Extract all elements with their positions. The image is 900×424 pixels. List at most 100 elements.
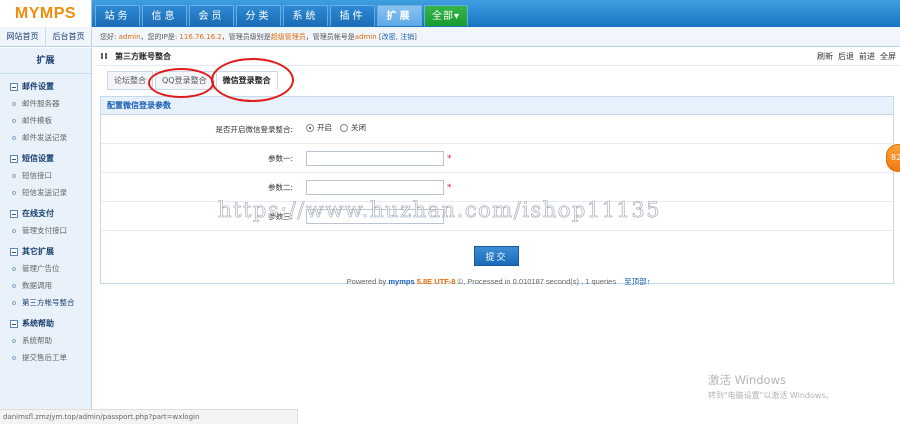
links-close: ]: [414, 33, 417, 41]
account-prefix: ，管理员帐号是: [305, 33, 355, 41]
param2-input[interactable]: [306, 180, 444, 195]
bullet-icon: [12, 266, 16, 271]
top-bar: MYMPS 站务 信息 会员 分类 系统 插件 扩展 全部▾: [0, 0, 900, 27]
sidebar-item-mail-log[interactable]: 邮件发送记录: [0, 129, 91, 146]
collapse-icon[interactable]: [10, 154, 18, 163]
main-nav: 站务 信息 会员 分类 系统 插件 扩展 全部▾: [95, 5, 470, 27]
sidebar-item-label: 系统帮助: [22, 336, 52, 345]
page-title: 第三方账号整合: [115, 52, 171, 61]
sidebar-item-label: 短信接口: [22, 171, 52, 180]
bullet-icon: [12, 283, 16, 288]
param2-control: *: [306, 180, 452, 195]
annotation-circle-wechat: [211, 58, 294, 102]
sidebar-item-label: 邮件服务器: [22, 99, 60, 108]
logo[interactable]: MYMPS: [0, 0, 92, 27]
admin-role: 超级管理员: [270, 33, 306, 41]
sidebar-item-sms-log[interactable]: 短信发送记录: [0, 184, 91, 201]
powered-version: 5.8E UTF-8: [414, 277, 456, 286]
param1-label: 参数一:: [267, 154, 293, 163]
activation-subtitle: 转到"电脑设置"以激活 Windows。: [708, 391, 834, 400]
sidebar: 扩展 邮件设置 邮件服务器 邮件模板 邮件发送记录 短信设置 短信接口 短信发送…: [0, 48, 92, 424]
sidebar-group-sms: 短信设置 短信接口 短信发送记录: [0, 150, 91, 201]
enable-on-label[interactable]: 开启: [317, 122, 332, 133]
sidebar-group-title: 短信设置: [22, 154, 54, 163]
sidebar-item-help[interactable]: 系统帮助: [0, 332, 91, 349]
submit-button[interactable]: 提交: [474, 246, 519, 266]
powered-prefix: Powered by: [346, 277, 389, 286]
sidebar-group-header[interactable]: 系统帮助: [0, 315, 91, 332]
title-actions: 刷新 后退 前进 全屏: [812, 48, 896, 66]
nav-item-plugins[interactable]: 插件: [330, 5, 375, 26]
welcome-prefix: 您好:: [100, 33, 119, 41]
main-content: 第三方账号整合 刷新 后退 前进 全屏 论坛整合 QQ登录整合 微信登录整合 配…: [97, 48, 900, 424]
username: admin: [118, 33, 141, 41]
back-button[interactable]: 后退: [838, 48, 854, 66]
page-title-bar: 第三方账号整合 刷新 后退 前进 全屏: [97, 48, 900, 66]
param1-control: *: [306, 151, 452, 166]
collapse-icon[interactable]: [10, 209, 18, 218]
enable-off-radio[interactable]: [340, 123, 348, 132]
sidebar-item-ticket[interactable]: 提交售后工单: [0, 349, 91, 366]
form-row-param1: 参数一: *: [101, 144, 893, 173]
sidebar-item-label: 管理支付接口: [22, 226, 67, 235]
collapse-icon[interactable]: [10, 82, 18, 91]
bullet-icon: [12, 135, 16, 140]
sidebar-item-data-call[interactable]: 数据调用: [0, 277, 91, 294]
sidebar-item-ads[interactable]: 管理广告位: [0, 260, 91, 277]
collapse-icon[interactable]: [10, 247, 18, 256]
sidebar-group-title: 邮件设置: [22, 82, 54, 91]
required-mark: *: [447, 182, 452, 193]
nav-item-extensions[interactable]: 扩展: [377, 5, 422, 26]
sidebar-group-header[interactable]: 其它扩展: [0, 243, 91, 260]
admin-home-link[interactable]: 后台首页: [46, 27, 91, 47]
nav-item-info[interactable]: 信息: [142, 5, 187, 26]
sidebar-group-header[interactable]: 邮件设置: [0, 78, 91, 95]
welcome-message: 您好: admin，您的IP是: 116.76.16.2，管理员级别是超级管理员…: [100, 27, 417, 47]
sidebar-item-label: 提交售后工单: [22, 353, 67, 362]
bullet-icon: [12, 101, 16, 106]
sidebar-group-header[interactable]: 在线支付: [0, 205, 91, 222]
sidebar-item-third-party[interactable]: 第三方帐号整合: [0, 294, 91, 311]
forward-button[interactable]: 前进: [859, 48, 875, 66]
site-home-link[interactable]: 网站首页: [0, 27, 46, 47]
logout-link[interactable]: 注销: [400, 33, 414, 41]
nav-item-categories[interactable]: 分类: [236, 5, 281, 26]
fullscreen-button[interactable]: 全屏: [880, 48, 896, 66]
windows-activation-notice: 激活 Windows 转到"电脑设置"以激活 Windows。: [708, 372, 834, 401]
sidebar-item-label: 短信发送记录: [22, 188, 67, 197]
powered-suffix: ©, Processed in 0.010187 second(s) , 1 q…: [455, 277, 617, 286]
sidebar-item-mail-template[interactable]: 邮件模板: [0, 112, 91, 129]
floating-badge[interactable]: 82: [886, 144, 900, 172]
nav-item-members[interactable]: 会员: [189, 5, 234, 26]
bullet-icon: [12, 173, 16, 178]
footer-powered: Powered by mymps 5.8E UTF-8 ©, Processed…: [97, 276, 900, 287]
tab-forum[interactable]: 论坛整合: [107, 71, 153, 90]
enable-off-label[interactable]: 关闭: [351, 122, 366, 133]
collapse-icon[interactable]: [10, 319, 18, 328]
sidebar-item-label: 第三方帐号整合: [22, 298, 75, 307]
title-grip-icon: [101, 53, 107, 59]
sidebar-item-label: 邮件模板: [22, 116, 52, 125]
sidebar-group-header[interactable]: 短信设置: [0, 150, 91, 167]
sidebar-item-sms-api[interactable]: 短信接口: [0, 167, 91, 184]
enable-on-radio[interactable]: [306, 123, 314, 132]
change-password-link[interactable]: 改密: [382, 33, 396, 41]
ip-prefix: ，您的IP是:: [140, 33, 180, 41]
nav-item-station[interactable]: 站务: [95, 5, 140, 26]
sidebar-item-label: 管理广告位: [22, 264, 60, 273]
panel-title: 配置微信登录参数: [101, 97, 893, 115]
form-row-enable: 是否开启微信登录整合: 开启 关闭: [101, 115, 893, 144]
refresh-button[interactable]: 刷新: [817, 48, 833, 66]
sidebar-item-payment-api[interactable]: 管理支付接口: [0, 222, 91, 239]
powered-brand[interactable]: mymps: [388, 277, 414, 286]
back-to-top-link[interactable]: 至顶部↑: [624, 277, 650, 286]
ip-address: 116.76.16.2: [179, 33, 222, 41]
sub-bar: 网站首页 后台首页 您好: admin，您的IP是: 116.76.16.2，管…: [0, 27, 900, 47]
bullet-icon: [12, 118, 16, 123]
nav-item-system[interactable]: 系统: [283, 5, 328, 26]
required-mark: *: [447, 153, 452, 164]
browser-status-url: danimsfl.zmzjym.top/admin/passport.php?p…: [0, 409, 298, 424]
nav-item-all[interactable]: 全部▾: [424, 5, 468, 26]
param1-input[interactable]: [306, 151, 444, 166]
sidebar-item-mail-server[interactable]: 邮件服务器: [0, 95, 91, 112]
